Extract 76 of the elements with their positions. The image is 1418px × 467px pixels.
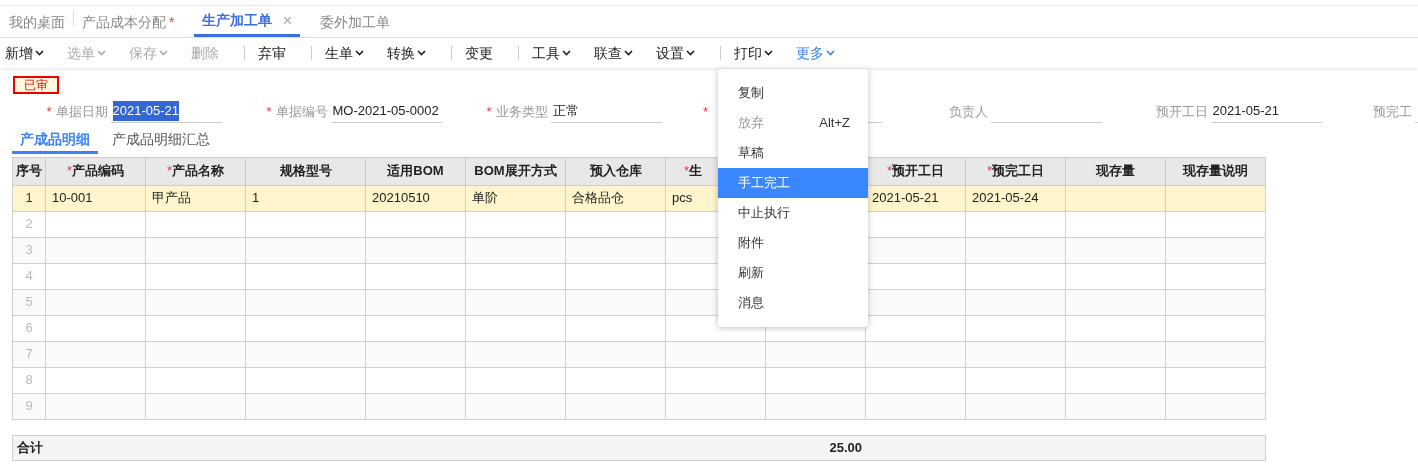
required-mark: * [266,102,272,121]
column-header: *预开工日 [886,163,945,179]
column-header: 预入仓库 [589,163,642,179]
menu-item[interactable]: 复制 [718,78,868,108]
required-mark: * [486,102,492,121]
sub-tab[interactable]: 产成品明细 [12,128,98,154]
toolbar-button[interactable]: 设置 [656,42,695,64]
table-cell: 单阶 [472,190,498,206]
column-header: 序号 [16,163,42,179]
chevron-icon [826,50,835,56]
toolbar-button[interactable]: 新增 [5,42,44,64]
menu-item[interactable]: 消息 [718,288,868,318]
column-header: 适用BOM [387,163,444,179]
field-label: 预完工 [1372,102,1412,121]
table-cell: 合格品仓 [572,190,624,206]
chevron-icon [764,50,773,56]
toolbar-button[interactable]: 更多 [796,42,835,64]
table-cell: 9 [25,398,33,414]
table-cell: 20210510 [372,190,430,206]
table-cell: 甲产品 [152,190,191,206]
chevron-icon [355,50,364,56]
table-cell: 8 [25,372,33,388]
input-field[interactable]: 2021-05-21 [1210,100,1322,123]
chevron-icon [624,50,633,56]
required-mark: * [46,102,52,121]
modified-mark: * [169,12,175,32]
input-field[interactable]: MO-2021-05-0002 [330,100,442,123]
field-label: 单据编号 [275,102,328,121]
column-header: 现存量说明 [1183,163,1248,179]
total-value: 25.00 [829,438,862,457]
toolbar-button[interactable]: 弃审 [258,42,286,64]
table-cell: 5 [25,294,33,310]
tab[interactable]: 委外加工单 [312,7,399,37]
toolbar-button[interactable]: 联查 [594,42,633,64]
table-cell: 10-001 [52,190,93,206]
tab[interactable]: 产品成本分配 * [74,7,183,37]
table-cell: 6 [25,320,33,336]
column-header: 规格型号 [279,163,332,179]
table-cell: 1 [25,190,33,206]
input-field[interactable]: 正常 [550,100,662,123]
table-cell: 2 [25,216,33,232]
chevron-icon [686,50,695,56]
total-label: 合计 [16,438,43,457]
column-header: *预完工日 [986,163,1045,179]
table-cell: 2021-05-24 [972,190,1039,206]
field-label: 负责人 [948,102,988,121]
approved-stamp: 已审 [13,76,59,94]
chevron-icon [97,50,106,56]
field-label: 单据日期 [55,102,108,121]
tab[interactable]: 生产加工单 × [194,7,301,37]
chevron-icon [562,50,571,56]
chevron-icon [159,50,168,56]
table-cell: 2021-05-21 [872,190,939,206]
chevron-icon [35,50,44,56]
table-cell: 1 [252,190,260,206]
column-header: BOM展开方式 [474,163,557,179]
toolbar-button[interactable]: 转换 [387,42,426,64]
column-header: *产品编码 [66,163,125,179]
table-cell: 4 [25,268,33,284]
toolbar-button[interactable]: 工具 [532,42,571,64]
toolbar-button[interactable]: 打印 [734,42,773,64]
sub-tab[interactable]: 产成品明细汇总 [104,128,218,154]
field-label: 预开工日 [1155,102,1208,121]
toolbar-button[interactable]: 变更 [465,42,493,64]
tab[interactable]: 我的桌面 [1,7,73,37]
table-cell: 3 [25,242,33,258]
table-cell: 7 [25,346,33,362]
field-label: 业务类型 [495,102,548,121]
column-header: 现存量 [1096,163,1135,179]
toolbar-button[interactable]: 生单 [325,42,364,64]
column-header: *产品名称 [166,163,225,179]
column-header: *生 [684,163,703,179]
menu-item[interactable]: 草稿 [718,138,868,168]
chevron-icon [417,50,426,56]
table-cell: pcs [672,190,693,206]
required-mark: * [703,102,709,121]
